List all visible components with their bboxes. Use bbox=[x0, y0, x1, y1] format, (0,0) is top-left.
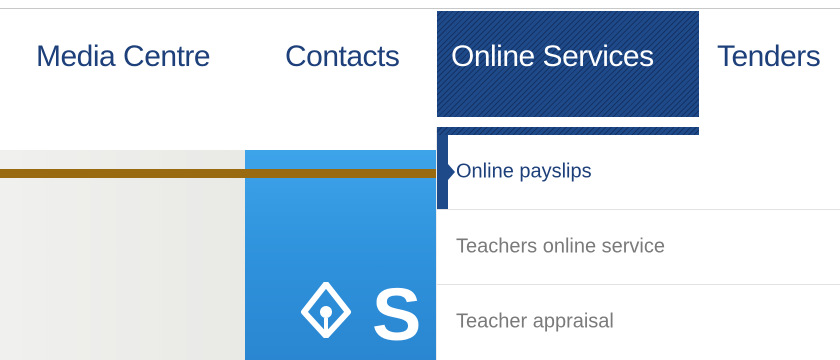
page: Media Centre Contacts Online Services Te… bbox=[0, 0, 840, 360]
nav-item-online-services-label: Online Services bbox=[451, 40, 654, 73]
dropdown-item-teacher-appraisal[interactable]: Teacher appraisal bbox=[437, 285, 840, 359]
nav-item-media-centre[interactable]: Media Centre bbox=[36, 40, 211, 74]
dropdown-item-label: Teacher appraisal bbox=[456, 310, 614, 333]
pen-nib-logo-icon bbox=[301, 282, 351, 338]
hero-logo-letter: S bbox=[372, 273, 422, 356]
dropdown-item-label: Teachers online service bbox=[456, 235, 665, 258]
dropdown-top-bar bbox=[437, 127, 699, 135]
nav-item-contacts[interactable]: Contacts bbox=[285, 40, 400, 74]
nav-item-tenders[interactable]: Tenders bbox=[717, 40, 821, 74]
dropdown-item-label: Online payslips bbox=[456, 160, 592, 183]
active-item-marker bbox=[437, 135, 448, 209]
dropdown-item-teachers-online-service[interactable]: Teachers online service bbox=[437, 210, 840, 285]
dropdown-item-online-payslips[interactable]: Online payslips bbox=[437, 135, 840, 210]
online-services-dropdown: Online payslips Teachers online service … bbox=[437, 127, 840, 360]
hero-accent-rule bbox=[0, 169, 440, 178]
nav-item-online-services[interactable]: Online Services bbox=[437, 11, 699, 117]
header-divider bbox=[0, 8, 840, 9]
caret-right-icon bbox=[448, 164, 455, 180]
